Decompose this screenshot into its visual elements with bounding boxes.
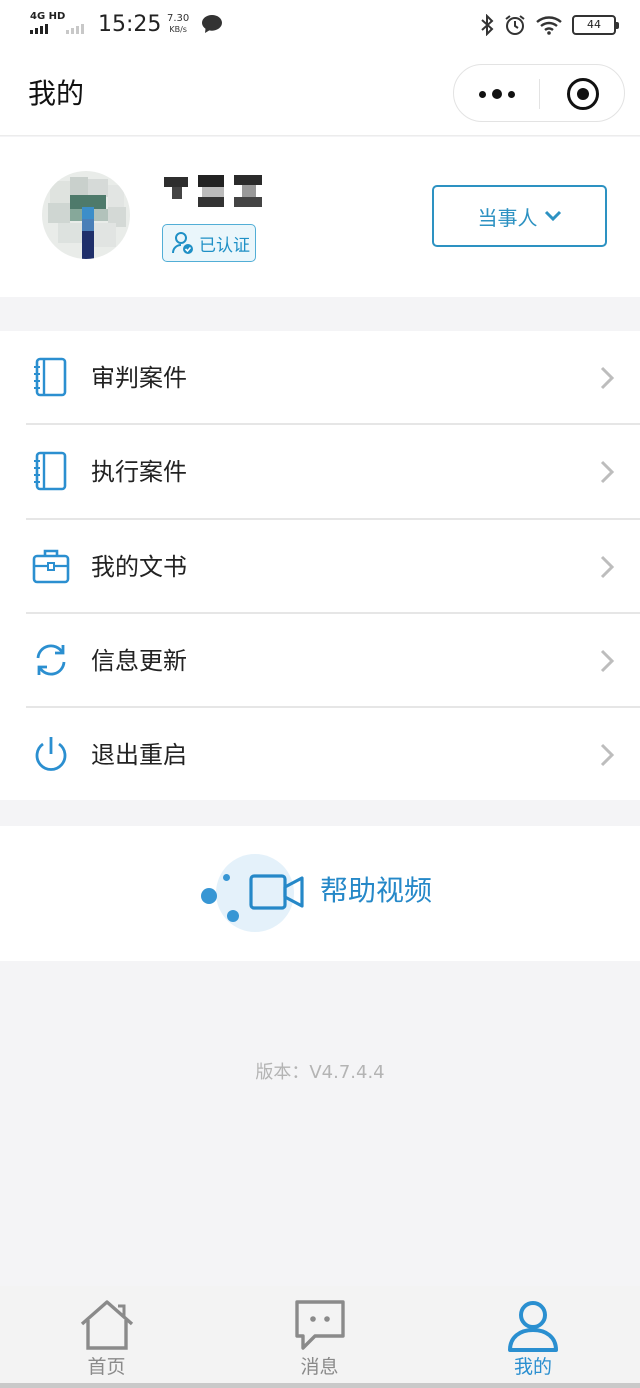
alarm-icon xyxy=(505,15,525,35)
verified-label: 已认证 xyxy=(199,235,250,256)
menu-item-execution-cases[interactable]: 执行案件 xyxy=(0,425,640,519)
video-camera-icon xyxy=(249,874,304,910)
more-dot-icon xyxy=(479,90,486,98)
decor-dot xyxy=(223,874,230,881)
user-icon xyxy=(508,1301,558,1352)
decor-dot xyxy=(227,910,239,922)
tab-messages[interactable]: 消息 xyxy=(213,1286,426,1388)
more-button[interactable] xyxy=(454,65,540,123)
network-speed-unit: KB/s xyxy=(169,25,187,34)
menu-item-label: 退出重启 xyxy=(91,741,187,769)
menu-item-label: 信息更新 xyxy=(91,647,187,675)
menu-item-trial-cases[interactable]: 审判案件 xyxy=(0,331,640,425)
network-type: 4G HD xyxy=(30,11,66,22)
verified-badge: 已认证 xyxy=(162,224,256,262)
network-speed: 7.30 KB/s xyxy=(167,13,189,35)
menu-item-my-documents[interactable]: 我的文书 xyxy=(0,520,640,614)
briefcase-icon xyxy=(32,549,70,584)
role-switch-button[interactable]: 当事人 xyxy=(432,185,607,247)
clock: 15:25 xyxy=(98,12,162,37)
message-icon xyxy=(294,1300,345,1350)
menu-item-exit-restart[interactable]: 退出重启 xyxy=(0,708,640,802)
network-speed-value: 7.30 xyxy=(167,13,190,24)
miniprogram-capsule xyxy=(453,64,625,122)
tab-label: 我的 xyxy=(513,1356,552,1378)
avatar[interactable] xyxy=(42,171,130,259)
user-name-blurred xyxy=(164,171,264,209)
chevron-right-icon xyxy=(600,743,615,767)
page-title: 我的 xyxy=(28,77,85,110)
menu-item-label: 执行案件 xyxy=(91,458,187,486)
chevron-down-icon xyxy=(544,210,561,222)
power-icon xyxy=(35,737,67,771)
tab-mine[interactable]: 我的 xyxy=(426,1286,640,1388)
help-video-button[interactable]: 帮助视频 xyxy=(0,826,640,961)
more-dot-icon xyxy=(508,90,515,98)
menu-item-info-update[interactable]: 信息更新 xyxy=(0,614,640,708)
help-video-label: 帮助视频 xyxy=(320,874,433,907)
wifi-icon xyxy=(536,16,562,35)
chevron-right-icon xyxy=(600,460,615,484)
refresh-icon xyxy=(36,644,66,676)
battery-indicator: 44 xyxy=(572,15,619,35)
signal-icon xyxy=(30,24,48,34)
bluetooth-icon xyxy=(481,14,494,36)
target-icon xyxy=(567,78,599,110)
chat-bubble-icon xyxy=(202,15,222,33)
tab-label: 首页 xyxy=(87,1356,126,1378)
tab-bar: 首页 消息 我的 xyxy=(0,1286,640,1388)
role-label: 当事人 xyxy=(477,205,538,230)
chevron-right-icon xyxy=(600,366,615,390)
status-bar: 4G HD 15:25 7.30 KB/s 44 xyxy=(0,0,640,52)
menu-list: 审判案件 执行案件 我的文书 信息更新 退出重启 xyxy=(0,331,640,800)
home-icon xyxy=(80,1300,133,1350)
menu-item-label: 我的文书 xyxy=(91,553,187,581)
tab-home[interactable]: 首页 xyxy=(0,1286,213,1388)
signal-secondary-icon xyxy=(66,24,84,34)
notebook-icon xyxy=(34,357,67,397)
close-button[interactable] xyxy=(540,65,626,123)
version-text: 版本：V4.7.4.4 xyxy=(255,1062,385,1083)
menu-item-label: 审判案件 xyxy=(91,364,187,392)
profile-card: 已认证 当事人 xyxy=(0,137,640,297)
nav-bar: 我的 xyxy=(0,52,640,136)
chevron-right-icon xyxy=(600,649,615,673)
tab-label: 消息 xyxy=(300,1356,339,1378)
chevron-right-icon xyxy=(600,555,615,579)
verified-user-icon xyxy=(172,232,193,254)
decor-dot xyxy=(201,888,217,904)
notebook-icon xyxy=(34,451,67,491)
more-dot-icon xyxy=(492,89,502,99)
tab-bar-bottom-strip xyxy=(0,1383,640,1388)
